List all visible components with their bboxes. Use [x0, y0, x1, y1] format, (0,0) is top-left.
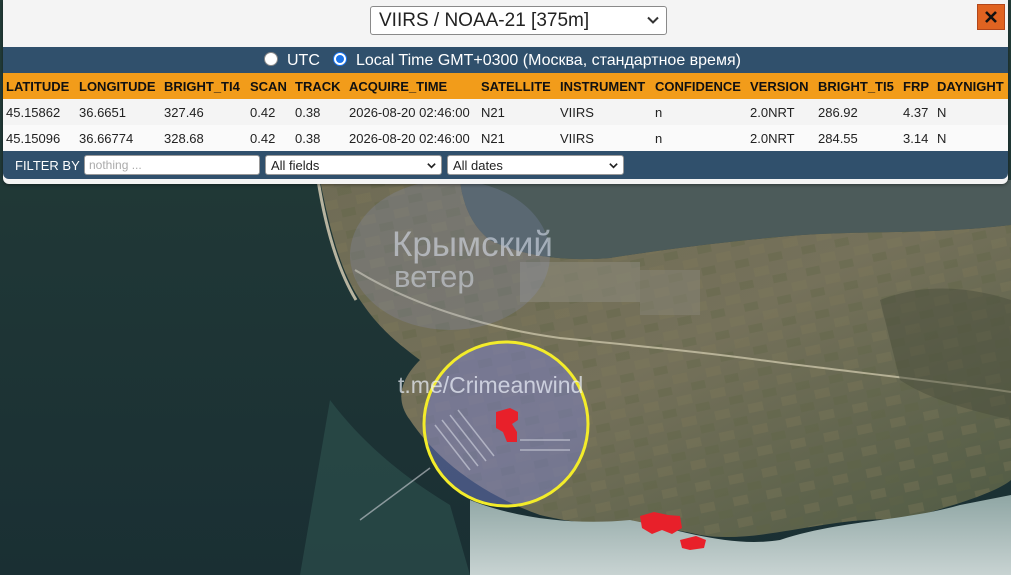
column-header[interactable]: ACQUIRE_TIME — [349, 79, 447, 94]
table-cell: 4.37 — [903, 105, 929, 120]
close-icon — [985, 11, 997, 23]
column-header[interactable]: LATITUDE — [6, 79, 69, 94]
table-cell: 328.68 — [164, 131, 204, 146]
satellite-select[interactable]: VIIRS / NOAA-21 [375m] — [370, 6, 667, 35]
table-cell: 0.38 — [295, 105, 321, 120]
table-cell: 327.46 — [164, 105, 204, 120]
chevron-down-icon — [647, 16, 659, 24]
utc-radio[interactable] — [264, 52, 278, 66]
column-header[interactable]: SATELLITE — [481, 79, 551, 94]
table-cell: 0.38 — [295, 131, 321, 146]
table-row[interactable]: 45.15096 36.66774 328.68 0.42 0.38 2026-… — [3, 125, 1008, 151]
close-button[interactable] — [977, 4, 1005, 30]
table-cell: 2.0NRT — [750, 105, 795, 120]
table-cell: N21 — [481, 131, 505, 146]
filter-input[interactable] — [84, 155, 260, 175]
fire-data-panel: VIIRS / NOAA-21 [375m] UTC Local Time GM… — [3, 0, 1008, 184]
table-cell: 45.15862 — [6, 105, 61, 120]
chevron-down-icon — [609, 163, 618, 169]
table-cell: 2.0NRT — [750, 131, 795, 146]
table-cell: 36.6651 — [79, 105, 126, 120]
fire-data-table: LATITUDE LONGITUDE BRIGHT_TI4 SCAN TRACK… — [3, 73, 1008, 151]
table-cell: 0.42 — [250, 105, 276, 120]
utc-label: UTC — [287, 52, 320, 69]
table-cell: VIIRS — [560, 105, 594, 120]
table-cell: 36.66774 — [79, 131, 134, 146]
table-cell: 2026-08-20 02:46:00 — [349, 105, 470, 120]
column-header[interactable]: SCAN — [250, 79, 287, 94]
column-header[interactable]: VERSION — [750, 79, 809, 94]
table-cell: n — [655, 131, 663, 146]
table-cell: 3.14 — [903, 131, 929, 146]
column-header[interactable]: BRIGHT_TI4 — [164, 79, 240, 94]
table-cell: 284.55 — [818, 131, 858, 146]
filter-bar: FILTER BY All fields All dates — [3, 151, 1008, 179]
table-cell: VIIRS — [560, 131, 594, 146]
table-cell: n — [655, 105, 663, 120]
timezone-bar: UTC Local Time GMT+0300 (Москва, стандар… — [3, 47, 1008, 73]
column-header[interactable]: INSTRUMENT — [560, 79, 645, 94]
watermark-subtitle: ветер — [394, 259, 475, 294]
column-header[interactable]: TRACK — [295, 79, 341, 94]
table-cell: N — [937, 105, 947, 120]
local-time-radio[interactable] — [333, 52, 347, 66]
table-cell: 2026-08-20 02:46:00 — [349, 131, 470, 146]
column-header[interactable]: LONGITUDE — [79, 79, 156, 94]
column-header[interactable]: FRP — [903, 79, 929, 94]
dates-select[interactable]: All dates — [447, 155, 624, 175]
dates-select-value: All dates — [453, 157, 503, 173]
fields-select[interactable]: All fields — [265, 155, 442, 175]
filter-label: FILTER BY — [15, 158, 80, 173]
table-cell: 45.15096 — [6, 131, 61, 146]
column-header[interactable]: BRIGHT_TI5 — [818, 79, 894, 94]
table-cell: N — [937, 131, 947, 146]
table-cell: N21 — [481, 105, 505, 120]
column-header[interactable]: DAYNIGHT — [937, 79, 1004, 94]
satellite-select-value: VIIRS / NOAA-21 [375m] — [379, 9, 590, 31]
table-cell: 286.92 — [818, 105, 858, 120]
column-header[interactable]: CONFIDENCE — [655, 79, 741, 94]
table-header-row: LATITUDE LONGITUDE BRIGHT_TI4 SCAN TRACK… — [3, 73, 1008, 99]
watermark-url: t.me/Crimeanwind — [398, 372, 584, 398]
chevron-down-icon — [427, 163, 436, 169]
fields-select-value: All fields — [271, 157, 320, 173]
local-time-label: Local Time GMT+0300 (Москва, стандартное… — [356, 52, 741, 69]
table-cell: 0.42 — [250, 131, 276, 146]
table-row[interactable]: 45.15862 36.6651 327.46 0.42 0.38 2026-0… — [3, 99, 1008, 125]
